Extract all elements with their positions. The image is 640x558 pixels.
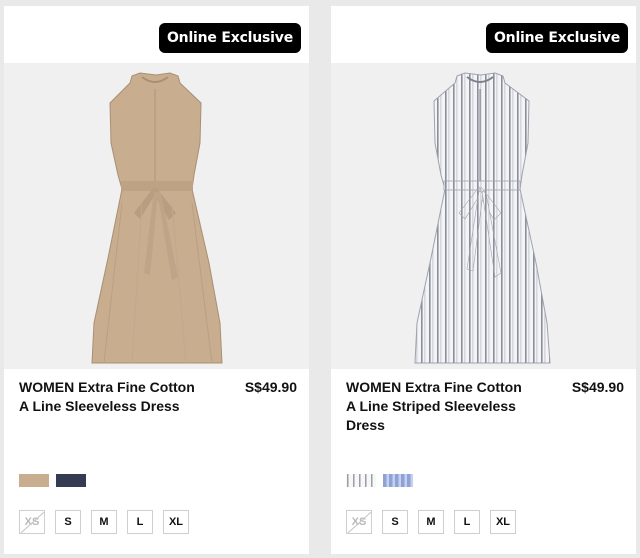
size-m[interactable]: M xyxy=(91,510,117,534)
color-swatch-navy[interactable] xyxy=(56,474,86,487)
product-title[interactable]: WOMEN Extra Fine Cotton A Line Striped S… xyxy=(346,378,526,435)
size-m[interactable]: M xyxy=(418,510,444,534)
product-price: S$49.90 xyxy=(571,379,624,395)
size-xs-unavailable: XS xyxy=(346,510,372,534)
color-swatch-beige[interactable] xyxy=(19,474,49,487)
size-s[interactable]: S xyxy=(55,510,81,534)
online-exclusive-badge: Online Exclusive xyxy=(485,23,628,53)
product-image[interactable] xyxy=(331,63,636,369)
product-price: S$49.90 xyxy=(244,379,297,395)
size-xs-unavailable: XS xyxy=(19,510,45,534)
product-image[interactable] xyxy=(4,63,309,369)
size-l[interactable]: L xyxy=(127,510,153,534)
size-xl[interactable]: XL xyxy=(490,510,516,534)
online-exclusive-badge: Online Exclusive xyxy=(158,23,301,53)
product-card[interactable]: Online Exclusive WOMEN Extra Fine Cotton… xyxy=(331,6,636,554)
striped-dress-image xyxy=(414,72,551,364)
size-l[interactable]: L xyxy=(454,510,480,534)
product-card[interactable]: Online Exclusive WOMEN Extra Fine Cotton… xyxy=(4,6,309,554)
color-swatch-grey-stripe[interactable] xyxy=(346,474,376,487)
size-xl[interactable]: XL xyxy=(163,510,189,534)
color-swatches xyxy=(19,474,86,487)
color-swatch-blue[interactable] xyxy=(383,474,413,487)
size-s[interactable]: S xyxy=(382,510,408,534)
size-options: XS S M L XL xyxy=(19,510,189,534)
product-title[interactable]: WOMEN Extra Fine Cotton A Line Sleeveles… xyxy=(19,378,199,416)
color-swatches xyxy=(346,474,413,487)
size-options: XS S M L XL xyxy=(346,510,516,534)
beige-dress-image xyxy=(91,72,223,364)
